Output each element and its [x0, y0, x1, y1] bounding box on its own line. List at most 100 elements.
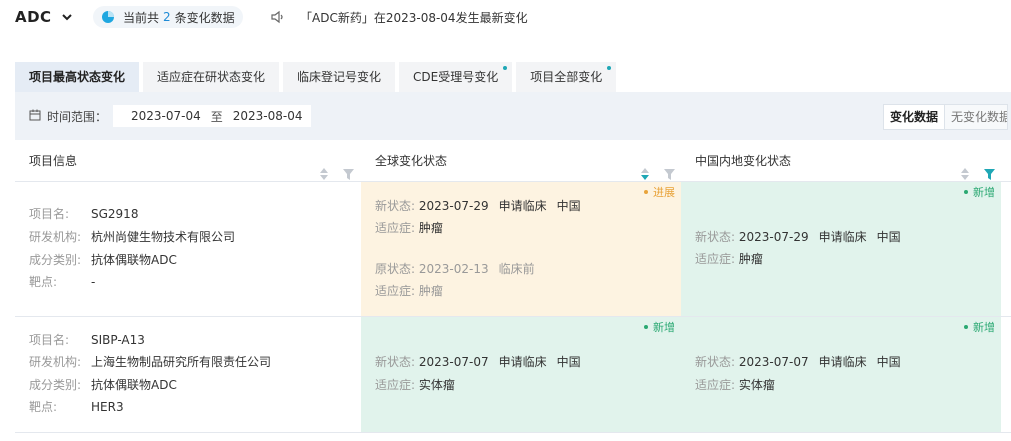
product-selector[interactable]: ADC: [15, 8, 74, 26]
badge-text: 进展: [653, 186, 675, 199]
new-indication-line: 适应症: 肿瘤: [695, 248, 763, 270]
sort-icon[interactable]: [641, 155, 649, 180]
change-type-tabs: 项目最高状态变化 适应症在研状态变化 临床登记号变化 CDE受理号变化 项目全部…: [15, 62, 620, 92]
field-label: 适应症:: [375, 221, 416, 235]
sort-icon[interactable]: [320, 155, 328, 180]
status-date: 2023-07-07: [738, 355, 809, 369]
org-name: 上海生物制品研究所有限责任公司: [91, 355, 272, 369]
old-indication-line: 适应症: 肿瘤: [375, 280, 443, 302]
calendar-icon: [29, 109, 41, 121]
field-label: 适应症:: [375, 284, 416, 298]
table-row: 项目名: SIBP-A13 研发机构: 上海生物制品研究所有限责任公司 成分类别: 抗…: [15, 317, 1011, 433]
tab-clinical-registration[interactable]: 临床登记号变化: [283, 62, 396, 92]
changed-data-option[interactable]: 变化数据: [884, 105, 946, 129]
field-label: 靶点:: [29, 275, 58, 289]
status-badge: 新增: [964, 319, 995, 335]
tab-label: 项目全部变化: [530, 70, 603, 84]
badge-text: 新增: [973, 186, 995, 199]
filter-icon-active[interactable]: [984, 155, 995, 180]
component-type: 抗体偶联物ADC: [91, 378, 177, 392]
status-phase: 申请临床: [498, 199, 547, 213]
status-date: 2023-07-29: [738, 230, 809, 244]
unchanged-data-option[interactable]: 无变化数据: [945, 105, 1008, 129]
status-badge: 进展: [644, 184, 675, 200]
project-name-line: 项目名: SIBP-A13: [29, 329, 145, 352]
update-badge: [503, 66, 508, 70]
filter-bar: 时间范围： 2023-07-04 至 2023-08-04 变化数据 无变化数据: [15, 92, 1011, 140]
notice-text: 「ADC新药」在2023-08-04发生最新变化: [300, 11, 528, 25]
indication-value: 实体瘤: [738, 378, 775, 392]
column-label: 中国内地变化状态: [695, 154, 792, 168]
status-region: 中国: [556, 199, 581, 213]
field-label: 研发机构:: [29, 230, 82, 244]
status-phase: 申请临床: [498, 355, 547, 369]
speaker-icon: [270, 10, 286, 24]
status-region: 中国: [556, 355, 581, 369]
changes-table: 项目信息 全球变化状态 中国内地变化状态 项目名: SG2918 研发机构: 杭…: [15, 140, 1011, 433]
project-name[interactable]: SIBP-A13: [91, 333, 145, 347]
project-name[interactable]: SG2918: [91, 207, 138, 221]
field-label: 靶点:: [29, 400, 58, 414]
status-phase: 临床前: [498, 262, 535, 276]
table-header: 项目信息 全球变化状态 中国内地变化状态: [15, 140, 1011, 182]
start-date: 2023-07-04: [131, 109, 201, 123]
count-prefix: 当前共: [123, 10, 160, 25]
field-label: 新状态:: [695, 230, 736, 244]
new-status-line: 新状态: 2023-07-07 申请临床 中国: [375, 351, 581, 373]
field-label: 适应症:: [695, 378, 736, 392]
new-indication-line: 适应症: 实体瘤: [375, 374, 455, 396]
target-value: HER3: [91, 400, 124, 414]
status-region: 中国: [876, 230, 901, 244]
indication-value: 肿瘤: [418, 284, 443, 298]
cn-status-cell: 新增 新状态: 2023-07-29 申请临床 中国 适应症: 肿瘤: [681, 182, 1001, 316]
tab-indication-status[interactable]: 适应症在研状态变化: [143, 62, 280, 92]
field-label: 新状态:: [375, 355, 416, 369]
filter-icon[interactable]: [343, 155, 354, 180]
latest-change-notice: 「ADC新药」在2023-08-04发生最新变化: [270, 9, 528, 27]
project-info-cell: 项目名: SIBP-A13 研发机构: 上海生物制品研究所有限责任公司 成分类别: 抗…: [15, 317, 361, 432]
cn-status-cell: 新增 新状态: 2023-07-07 申请临床 中国 适应症: 实体瘤: [681, 317, 1001, 432]
new-indication-line: 适应症: 实体瘤: [695, 374, 775, 396]
field-label: 项目名:: [29, 333, 70, 347]
top-bar: ADC 当前共 2 条变化数据 「ADC新药」在2023-08-04发生最新变化: [0, 0, 1011, 56]
pie-chart-icon: [101, 10, 115, 24]
indication-value: 肿瘤: [738, 252, 763, 266]
count-suffix: 条变化数据: [174, 10, 235, 25]
sort-icon[interactable]: [961, 155, 969, 180]
tab-label: 适应症在研状态变化: [157, 70, 266, 84]
field-label: 适应症:: [695, 252, 736, 266]
tab-all-changes[interactable]: 项目全部变化: [516, 62, 617, 92]
range-separator: 至: [210, 109, 223, 124]
filter-icon[interactable]: [664, 155, 675, 180]
status-badge: 新增: [644, 319, 675, 335]
tab-label: 临床登记号变化: [297, 70, 382, 84]
global-status-cell: 进展 新状态: 2023-07-29 申请临床 中国 适应症: 肿瘤 原状态: 20…: [361, 182, 681, 316]
tab-highest-status[interactable]: 项目最高状态变化: [15, 62, 140, 92]
field-label: 成分类别:: [29, 378, 82, 392]
date-range-picker[interactable]: 2023-07-04 至 2023-08-04: [113, 105, 311, 127]
field-label: 原状态:: [375, 262, 416, 276]
time-range-label: 时间范围：: [47, 110, 108, 124]
field-label: 新状态:: [695, 355, 736, 369]
field-label: 项目名:: [29, 207, 70, 221]
status-date: 2023-02-13: [418, 262, 489, 276]
status-region: 中国: [876, 355, 901, 369]
tab-cde-acceptance[interactable]: CDE受理号变化: [399, 62, 513, 92]
target-value: -: [91, 275, 96, 289]
org-line: 研发机构: 杭州尚健生物技术有限公司: [29, 226, 235, 249]
org-name: 杭州尚健生物技术有限公司: [91, 230, 236, 244]
status-phase: 申请临床: [818, 230, 867, 244]
tab-label: 项目最高状态变化: [29, 70, 126, 84]
new-status-line: 新状态: 2023-07-29 申请临床 中国: [375, 195, 581, 217]
change-count-pill: 当前共 2 条变化数据: [93, 6, 243, 28]
chevron-down-icon: [60, 10, 74, 24]
field-label: 研发机构:: [29, 355, 82, 369]
status-phase: 申请临床: [818, 355, 867, 369]
global-status-cell: 新增 新状态: 2023-07-07 申请临床 中国 适应症: 实体瘤: [361, 317, 681, 432]
field-label: 新状态:: [375, 199, 416, 213]
tab-label: CDE受理号变化: [413, 70, 499, 84]
component-type: 抗体偶联物ADC: [91, 253, 177, 267]
table-row: 项目名: SG2918 研发机构: 杭州尚健生物技术有限公司 成分类别: 抗体偶联物A…: [15, 182, 1011, 317]
field-label: 适应症:: [375, 378, 416, 392]
column-header-info: 项目信息: [15, 140, 361, 182]
